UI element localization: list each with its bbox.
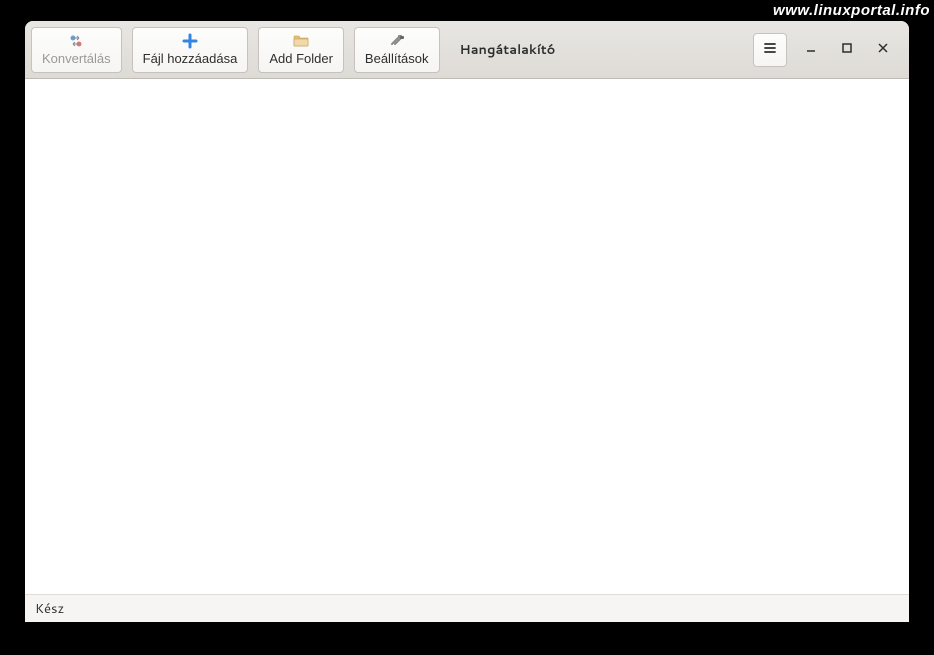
hamburger-icon bbox=[763, 41, 777, 58]
app-window: Konvertálás Fájl hozzáadása bbox=[25, 21, 909, 622]
hamburger-menu-button[interactable] bbox=[753, 33, 787, 67]
settings-button[interactable]: Beállítások bbox=[354, 27, 440, 73]
maximize-button[interactable] bbox=[835, 38, 859, 62]
window-controls bbox=[753, 33, 903, 67]
app-title: Hangátalakító bbox=[440, 41, 753, 59]
settings-icon bbox=[389, 33, 405, 49]
header-bar: Konvertálás Fájl hozzáadása bbox=[25, 21, 909, 79]
toolbar: Konvertálás Fájl hozzáadása bbox=[31, 27, 440, 73]
minimize-button[interactable] bbox=[799, 38, 823, 62]
add-folder-button[interactable]: Add Folder bbox=[258, 27, 344, 73]
minimize-icon bbox=[805, 42, 817, 57]
content-area bbox=[25, 79, 909, 594]
add-file-button[interactable]: Fájl hozzáadása bbox=[132, 27, 249, 73]
maximize-icon bbox=[841, 42, 853, 57]
convert-button-label: Konvertálás bbox=[42, 51, 111, 66]
convert-button[interactable]: Konvertálás bbox=[31, 27, 122, 73]
convert-icon bbox=[68, 33, 84, 49]
add-folder-button-label: Add Folder bbox=[269, 51, 333, 66]
add-icon bbox=[182, 33, 198, 49]
add-file-button-label: Fájl hozzáadása bbox=[143, 51, 238, 66]
status-text: Kész bbox=[35, 600, 64, 618]
close-icon bbox=[877, 42, 889, 57]
folder-icon bbox=[293, 33, 309, 49]
status-bar: Kész bbox=[25, 594, 909, 622]
settings-button-label: Beállítások bbox=[365, 51, 429, 66]
watermark-text: www.linuxportal.info bbox=[773, 2, 930, 19]
close-button[interactable] bbox=[871, 38, 895, 62]
